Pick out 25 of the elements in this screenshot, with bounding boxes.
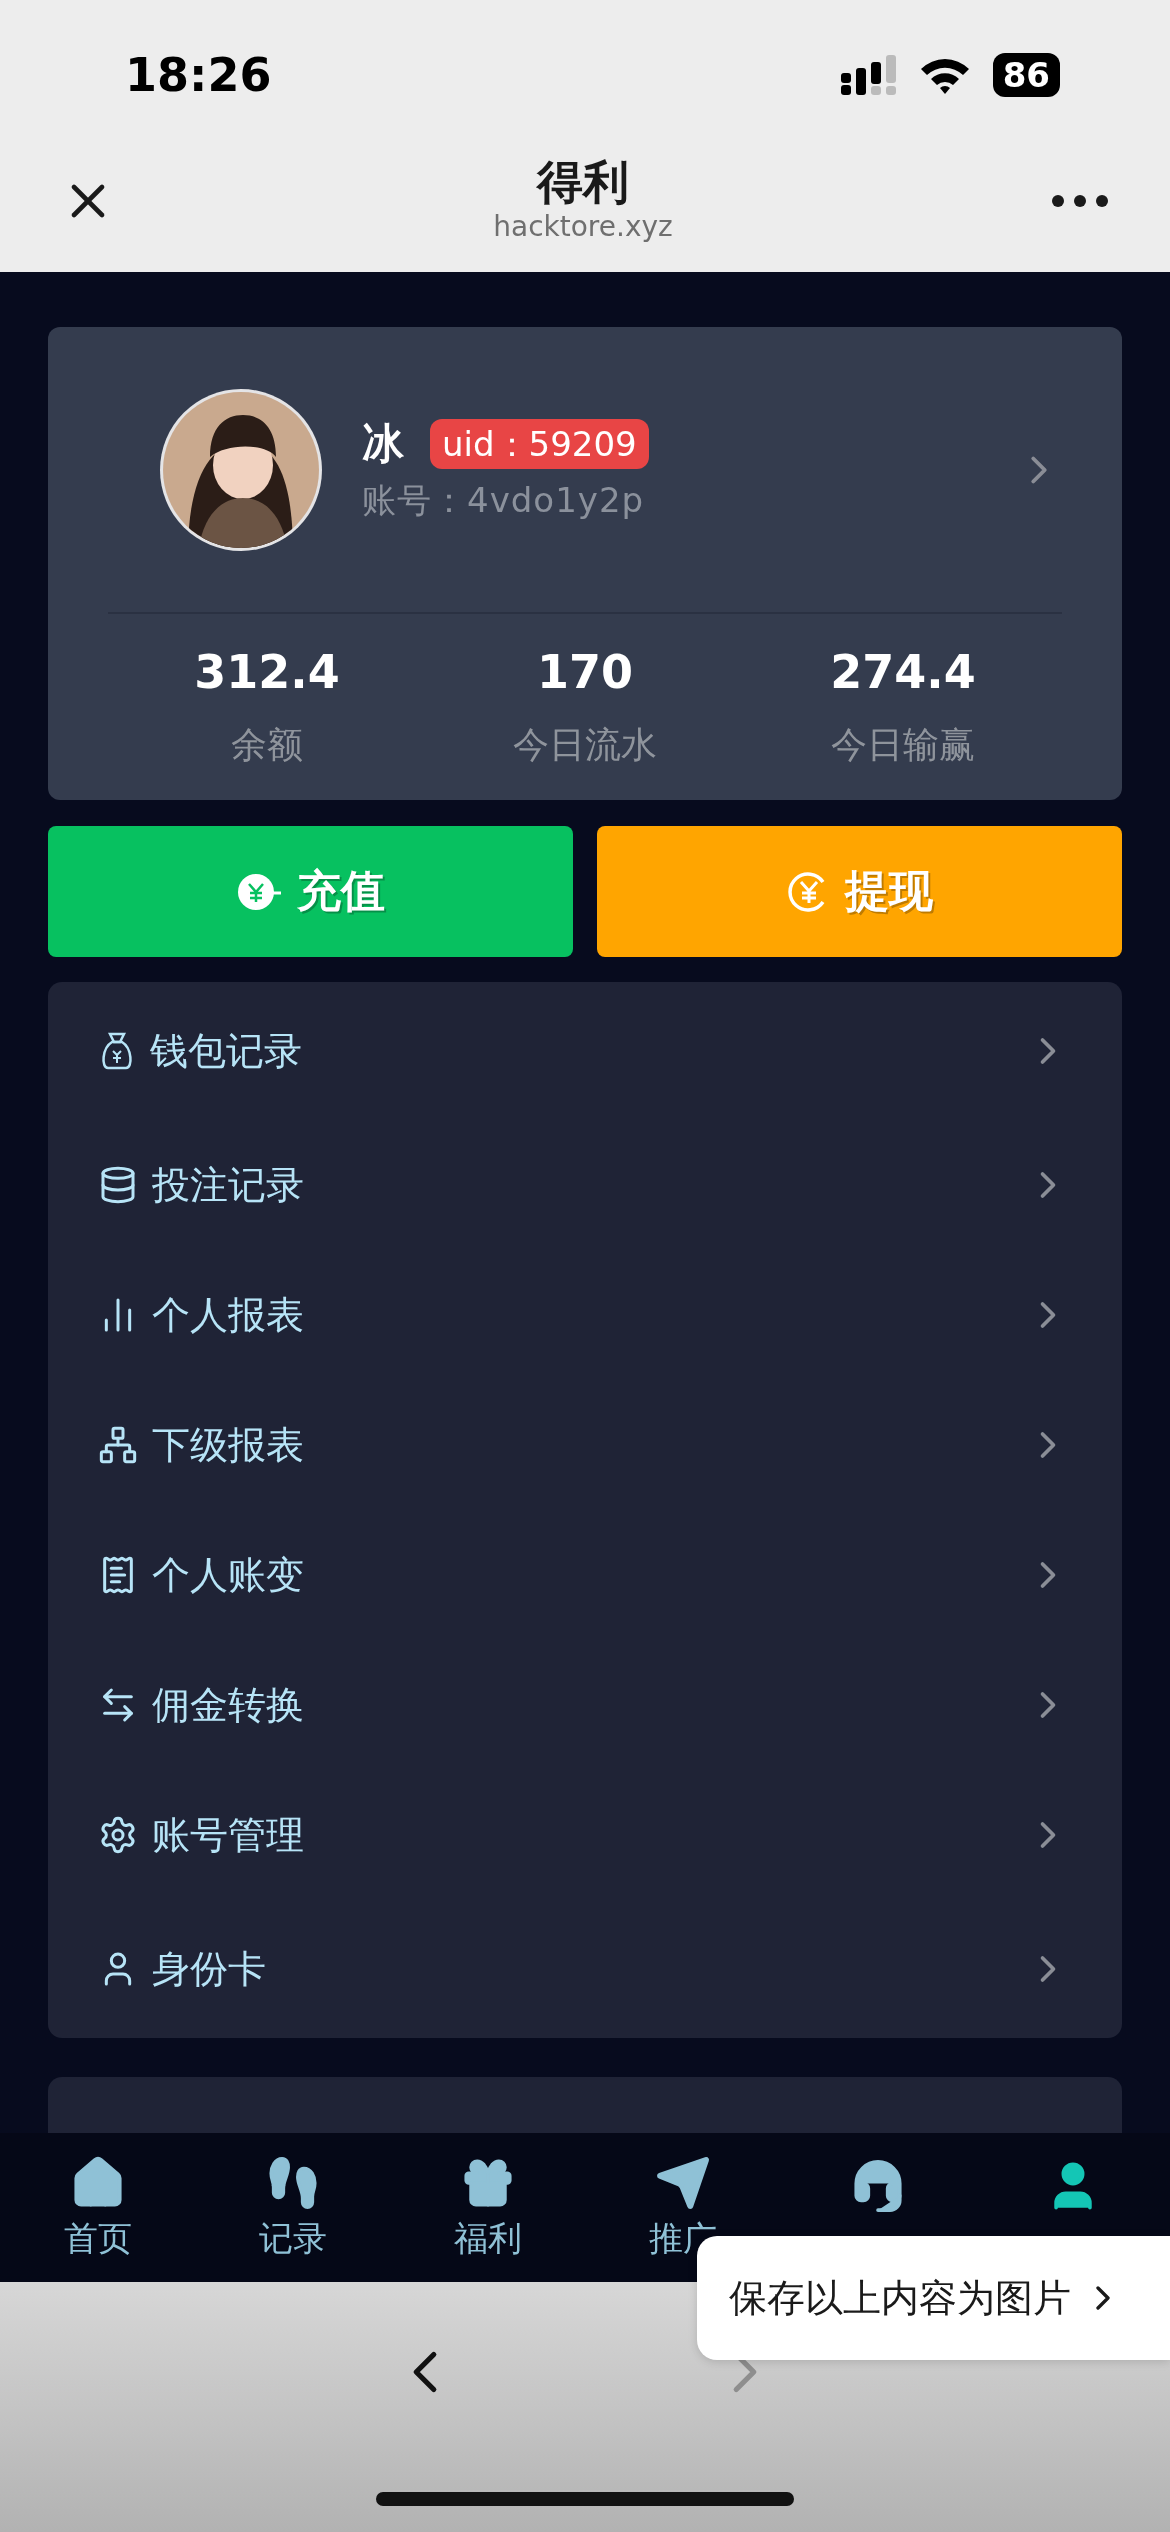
menu-label: 个人报表 <box>152 1291 305 1339</box>
stat-value: 170 <box>537 644 633 699</box>
tab-label: 福利 <box>453 2216 522 2260</box>
menu-label: 个人账变 <box>152 1551 305 1599</box>
user-name: 冰 <box>362 417 404 470</box>
stat-value: 312.4 <box>194 644 340 699</box>
account-id: 账号：4vdo1y2p <box>362 478 646 522</box>
uid-badge: uid：59209 <box>430 418 649 469</box>
status-time: 18:26 <box>125 48 272 102</box>
tab-label: 记录 <box>258 2216 327 2260</box>
stat-label: 今日流水 <box>513 722 657 767</box>
stat-value: 274.4 <box>830 644 976 699</box>
menu-label: 账号管理 <box>152 1811 305 1859</box>
menu-label: 佣金转换 <box>152 1681 305 1729</box>
menu-label: 钱包记录 <box>150 1027 303 1075</box>
stat-label: 余额 <box>231 722 303 767</box>
stat-label: 今日输赢 <box>831 722 975 767</box>
popup-label: 保存以上内容为图片 <box>729 2274 1071 2322</box>
page-title: 得利 <box>537 154 629 210</box>
page-domain: hacktore.xyz <box>493 210 673 244</box>
menu-label: 投注记录 <box>152 1161 305 1209</box>
battery-level: 86 <box>992 53 1060 97</box>
menu-label: 下级报表 <box>152 1421 305 1469</box>
tab-label: 首页 <box>63 2216 132 2260</box>
menu-label: 身份卡 <box>152 1945 267 1993</box>
